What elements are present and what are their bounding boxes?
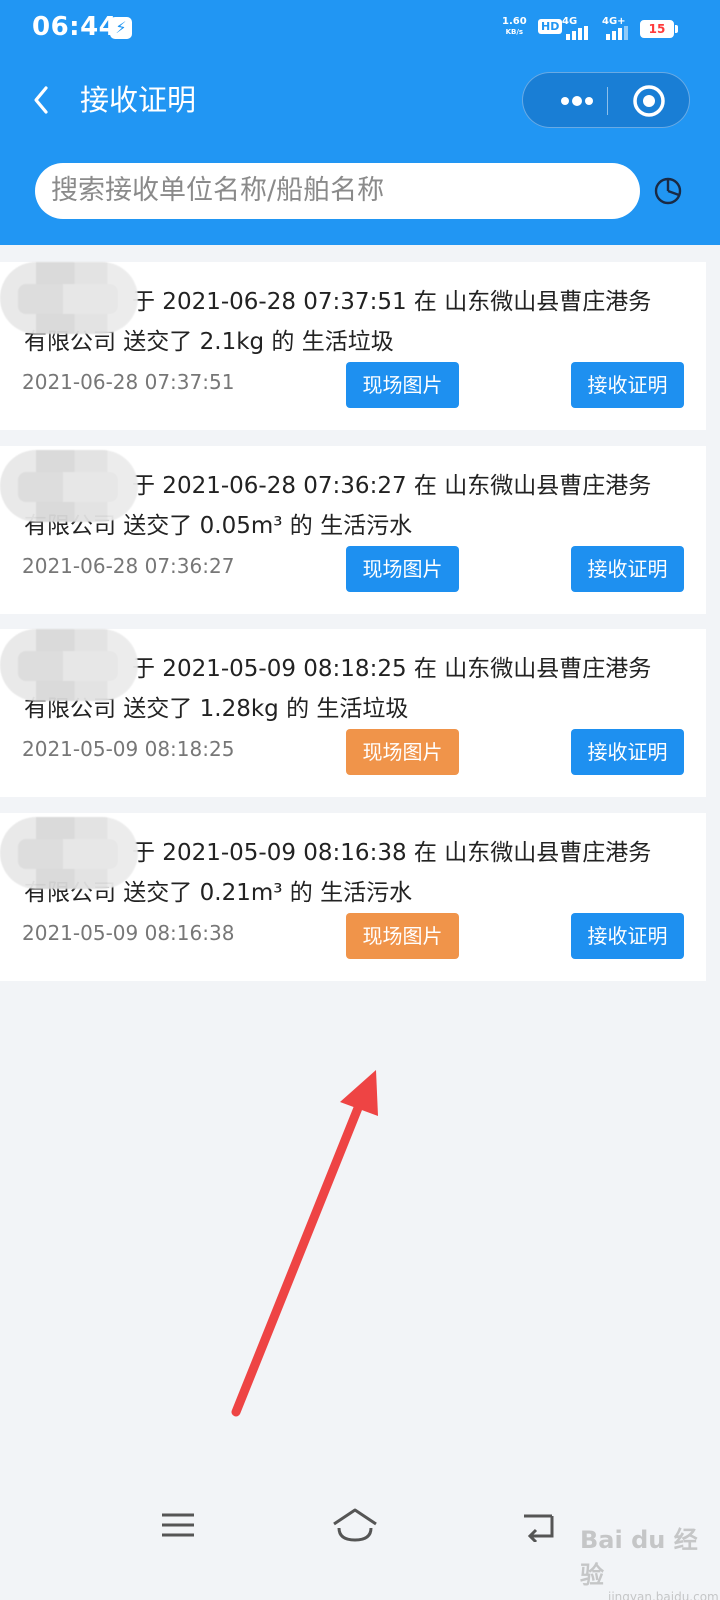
photo-button[interactable]: 现场图片 [346, 729, 459, 775]
list-item[interactable]: 于 2021-06-28 07:36:27 在 山东微山县曹庄港务 有限公司 送… [0, 446, 706, 614]
target-icon[interactable] [627, 81, 671, 121]
page-title: 接收证明 [80, 83, 197, 117]
menu-icon[interactable] [160, 1510, 196, 1540]
blurred-ship-name [0, 450, 138, 522]
certificate-button[interactable]: 接收证明 [571, 913, 684, 959]
home-icon[interactable] [330, 1506, 380, 1546]
record-time: 2021-05-09 08:18:25 [22, 737, 235, 761]
certificate-button[interactable]: 接收证明 [571, 546, 684, 592]
hd-badge: HD [538, 19, 563, 34]
record-line2: 有限公司 送交了 2.1kg 的 生活垃圾 [24, 329, 394, 355]
blurred-ship-name [0, 629, 138, 701]
search-input[interactable]: 搜索接收单位名称/船舶名称 [35, 163, 640, 219]
app-header: 06:44 ⚡ 1.60 KB/s HD 4G 4G+ 15 接收证明 搜索接收… [0, 0, 720, 245]
mini-program-capsule [522, 72, 690, 128]
flash-icon: ⚡ [110, 17, 132, 39]
record-time: 2021-06-28 07:36:27 [22, 554, 235, 578]
certificate-button[interactable]: 接收证明 [571, 729, 684, 775]
watermark-main: Bai du 经验 [580, 1526, 698, 1589]
net-speed-unit: KB/s [505, 28, 524, 36]
status-time: 06:44 [32, 12, 118, 42]
blurred-ship-name [0, 262, 138, 334]
signal-icon-2: 4G+ [602, 16, 642, 40]
watermark-logo: Bai du 经验 jingyan.baidu.com [580, 1520, 720, 1600]
battery-icon: 15 [640, 20, 674, 38]
blurred-ship-name [0, 817, 138, 889]
record-time: 2021-05-09 08:16:38 [22, 921, 235, 945]
net-speed: 1.60 KB/s [502, 16, 527, 38]
annotation-arrow [231, 1070, 378, 1417]
record-time: 2021-06-28 07:37:51 [22, 370, 235, 394]
battery-cap [675, 25, 678, 33]
watermark-sub: jingyan.baidu.com [608, 1590, 719, 1600]
photo-button[interactable]: 现场图片 [346, 913, 459, 959]
photo-button[interactable]: 现场图片 [346, 362, 459, 408]
net-speed-value: 1.60 [502, 16, 527, 27]
back-nav-icon[interactable] [518, 1508, 558, 1542]
list-item[interactable]: 于 2021-05-09 08:16:38 在 山东微山县曹庄港务 有限公司 送… [0, 813, 706, 981]
signal-icon: 4G [562, 16, 602, 40]
certificate-button[interactable]: 接收证明 [571, 362, 684, 408]
list-item[interactable]: 于 2021-05-09 08:18:25 在 山东微山县曹庄港务 有限公司 送… [0, 629, 706, 797]
list-item[interactable]: 于 2021-06-28 07:37:51 在 山东微山县曹庄港务 有限公司 送… [0, 262, 706, 430]
record-line2: 有限公司 送交了 1.28kg 的 生活垃圾 [24, 696, 409, 722]
photo-button[interactable]: 现场图片 [346, 546, 459, 592]
more-icon[interactable] [543, 73, 607, 129]
filter-icon[interactable] [652, 175, 684, 207]
back-icon[interactable] [28, 82, 58, 118]
capsule-divider [607, 87, 608, 115]
status-bar: 06:44 ⚡ 1.60 KB/s HD 4G 4G+ 15 [0, 0, 720, 58]
